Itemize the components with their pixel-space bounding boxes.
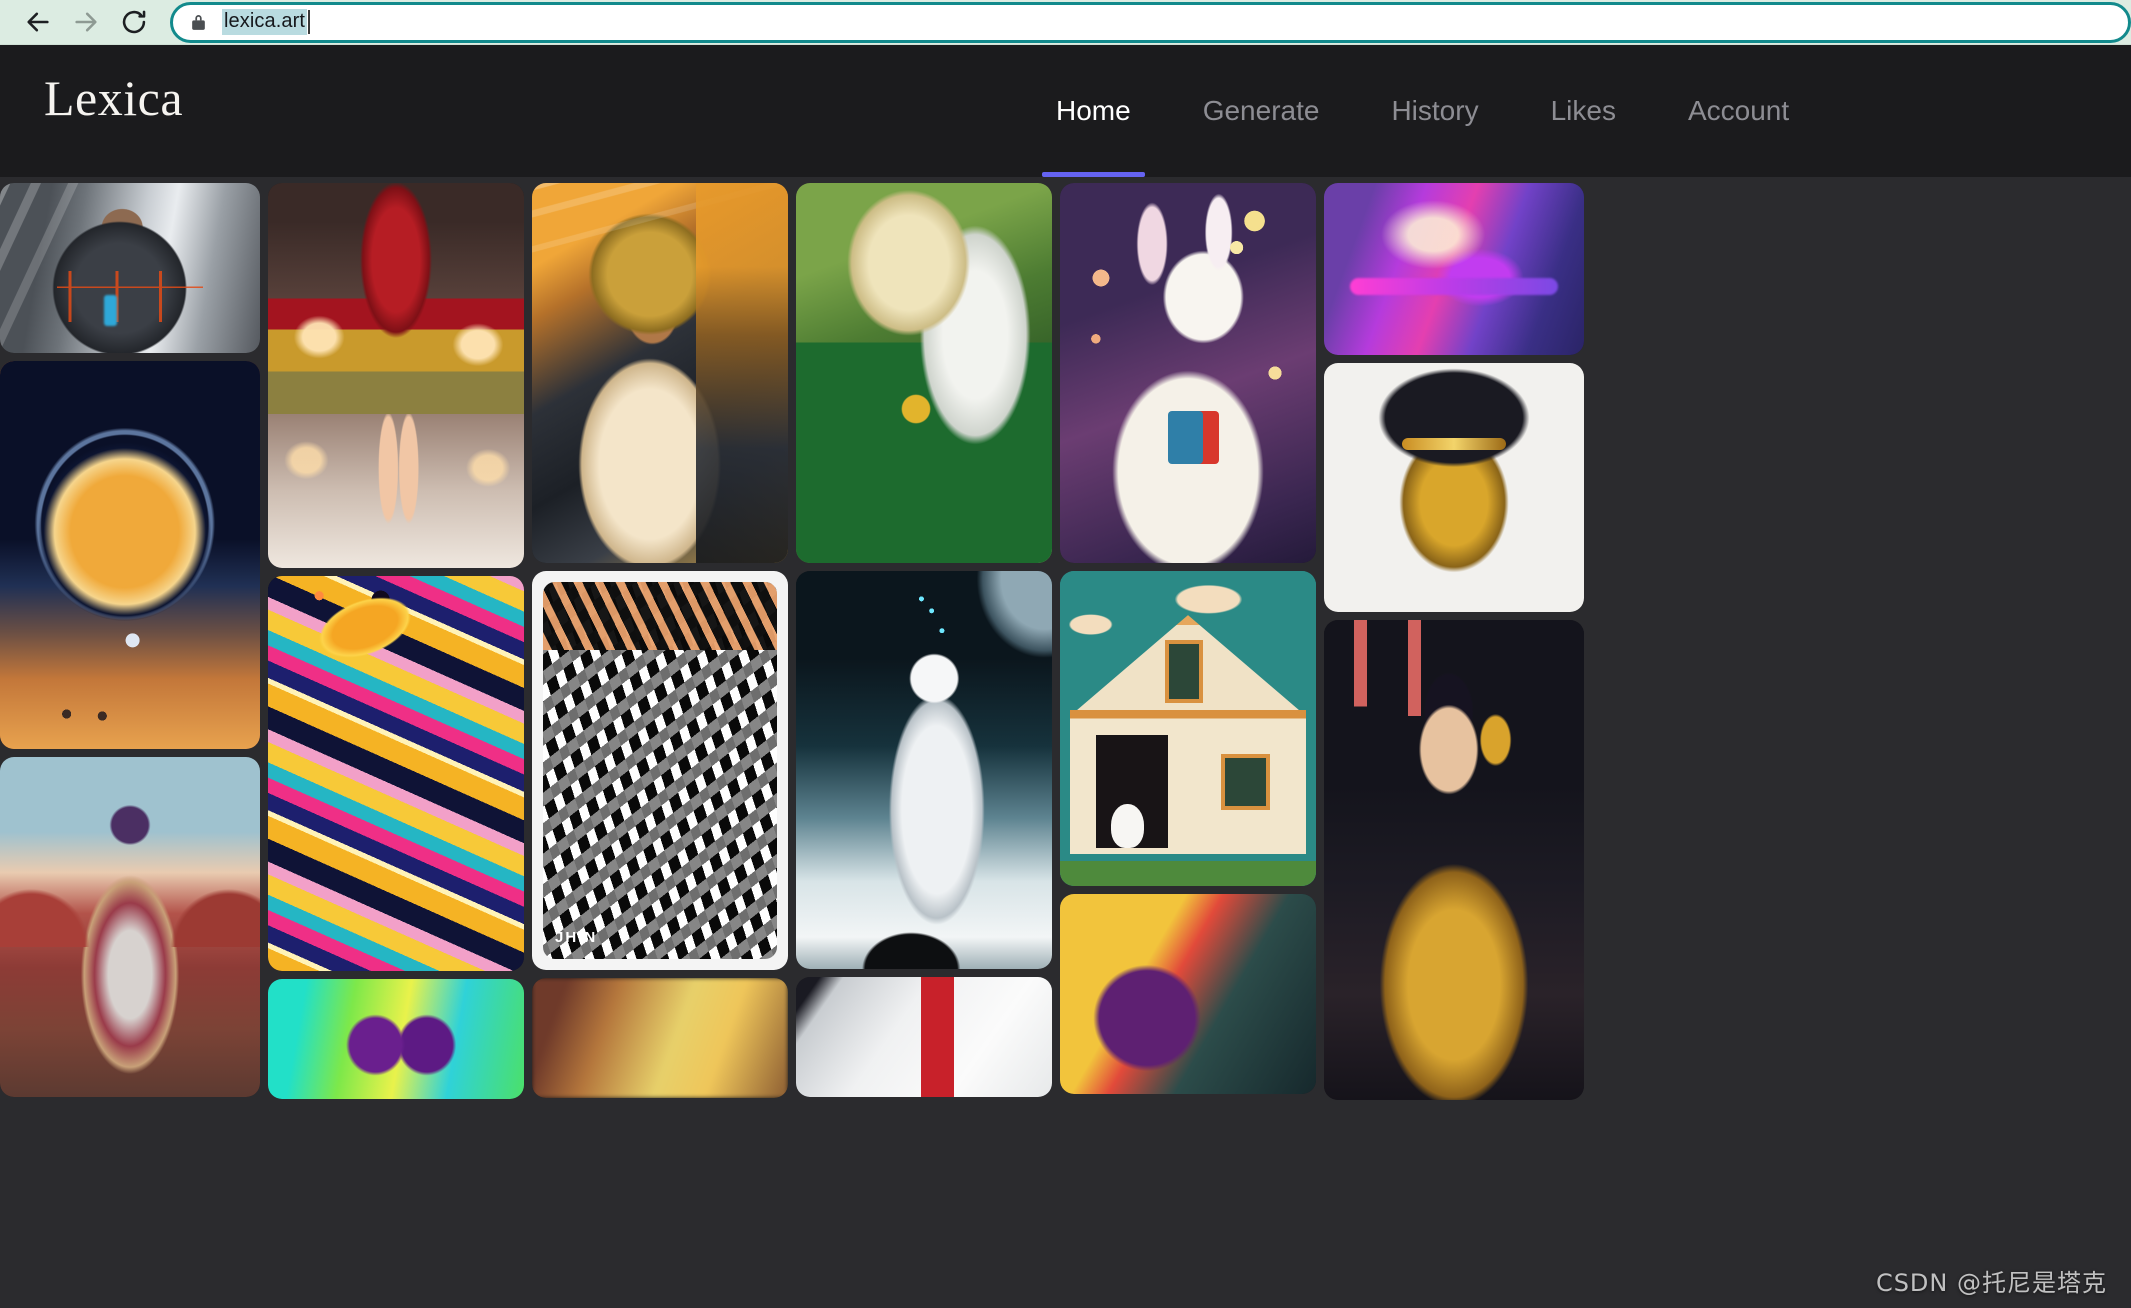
image-card-psychedelic[interactable] [268, 576, 524, 971]
gallery-column-2 [268, 183, 524, 1099]
image-card-gold-mask[interactable] [1324, 363, 1584, 612]
generated-artwork [268, 183, 524, 568]
site-header: Lexica Home Generate History Likes Account [0, 45, 2131, 177]
generated-artwork [1060, 183, 1316, 563]
reload-button[interactable] [110, 1, 158, 43]
cabin-win [1221, 753, 1270, 811]
image-card-robot-woman[interactable] [0, 757, 260, 1097]
generated-artwork [268, 979, 524, 1099]
generated-artwork [0, 757, 260, 1097]
generated-artwork [796, 183, 1052, 563]
image-card-warm-blur[interactable] [532, 978, 788, 1098]
gallery-column-6 [1324, 183, 1584, 1100]
nav-link-history[interactable]: History [1391, 45, 1478, 177]
nav-link-home[interactable]: Home [1042, 45, 1145, 177]
cabin-atticwin [1164, 640, 1204, 704]
back-button[interactable] [14, 1, 62, 43]
generated-artwork [1324, 620, 1584, 1100]
forward-arrow-icon [72, 8, 100, 36]
address-bar[interactable]: lexica.art [170, 1, 2131, 43]
reload-icon [120, 8, 148, 36]
gallery-column-1 [0, 183, 260, 1097]
nav-link-generate[interactable]: Generate [1203, 45, 1320, 177]
image-gallery[interactable]: JHIN CSDN @托尼是塔克 [0, 177, 2131, 1308]
nav-link-likes[interactable]: Likes [1551, 45, 1616, 177]
image-card-bunny-hoodie[interactable] [1060, 183, 1316, 563]
nav-link-label: Likes [1550, 95, 1616, 126]
text-caret [308, 10, 311, 34]
generated-artwork [268, 576, 524, 971]
generated-artwork [1324, 183, 1584, 355]
masonry-columns: JHIN [0, 183, 2131, 1100]
generated-artwork: JHIN [532, 571, 788, 970]
image-card-gold-armor-woman[interactable] [1324, 620, 1584, 1100]
generated-artwork [532, 978, 788, 1098]
nav-link-label: Generate [1202, 95, 1320, 126]
lock-icon [189, 11, 208, 33]
image-card-cyborg-soldier[interactable] [0, 183, 260, 353]
image-card-astronaut[interactable] [796, 571, 1052, 969]
generated-artwork [1324, 363, 1584, 612]
image-card-neon-shoe[interactable] [1324, 183, 1584, 355]
main-navigation: Home Generate History Likes Account [1020, 45, 1825, 177]
image-card-red-bottle[interactable] [796, 977, 1052, 1097]
gallery-column-4 [796, 183, 1052, 1097]
image-card-pilot-cockpit[interactable] [532, 183, 788, 563]
generated-artwork [796, 977, 1052, 1097]
nav-link-label: Home [1056, 95, 1131, 126]
image-card-elf-green-cape[interactable] [796, 183, 1052, 563]
image-card-cabin-rabbit[interactable] [1060, 571, 1316, 886]
gallery-column-5 [1060, 183, 1316, 1094]
image-card-red-hair-woman[interactable] [268, 183, 524, 568]
url-text[interactable]: lexica.art [222, 9, 308, 35]
image-card-anime-purple[interactable] [1060, 894, 1316, 1094]
lexica-logo[interactable]: Lexica [44, 73, 183, 123]
artwork-signature: JHIN [555, 929, 598, 947]
cabin-rabbit [1111, 804, 1145, 849]
generated-artwork [1060, 571, 1316, 886]
back-arrow-icon [24, 8, 52, 36]
generated-artwork [1060, 894, 1316, 1094]
image-card-afro-neon[interactable] [268, 979, 524, 1099]
nav-link-account[interactable]: Account [1688, 45, 1789, 177]
cabin-grass [1060, 860, 1316, 886]
generated-artwork [0, 183, 260, 353]
generated-artwork [0, 361, 260, 749]
nav-link-label: History [1391, 95, 1479, 126]
nav-link-label: Account [1687, 95, 1790, 126]
image-card-desert-planet[interactable] [0, 361, 260, 749]
image-card-maze[interactable]: JHIN [532, 571, 788, 970]
watermark-text: CSDN @托尼是塔克 [1875, 1269, 2107, 1297]
maze-top-band [543, 582, 777, 650]
forward-button[interactable] [62, 1, 110, 43]
browser-toolbar: lexica.art [0, 0, 2131, 45]
generated-artwork [796, 571, 1052, 969]
generated-artwork [532, 183, 788, 563]
gallery-column-3: JHIN [532, 183, 788, 1098]
